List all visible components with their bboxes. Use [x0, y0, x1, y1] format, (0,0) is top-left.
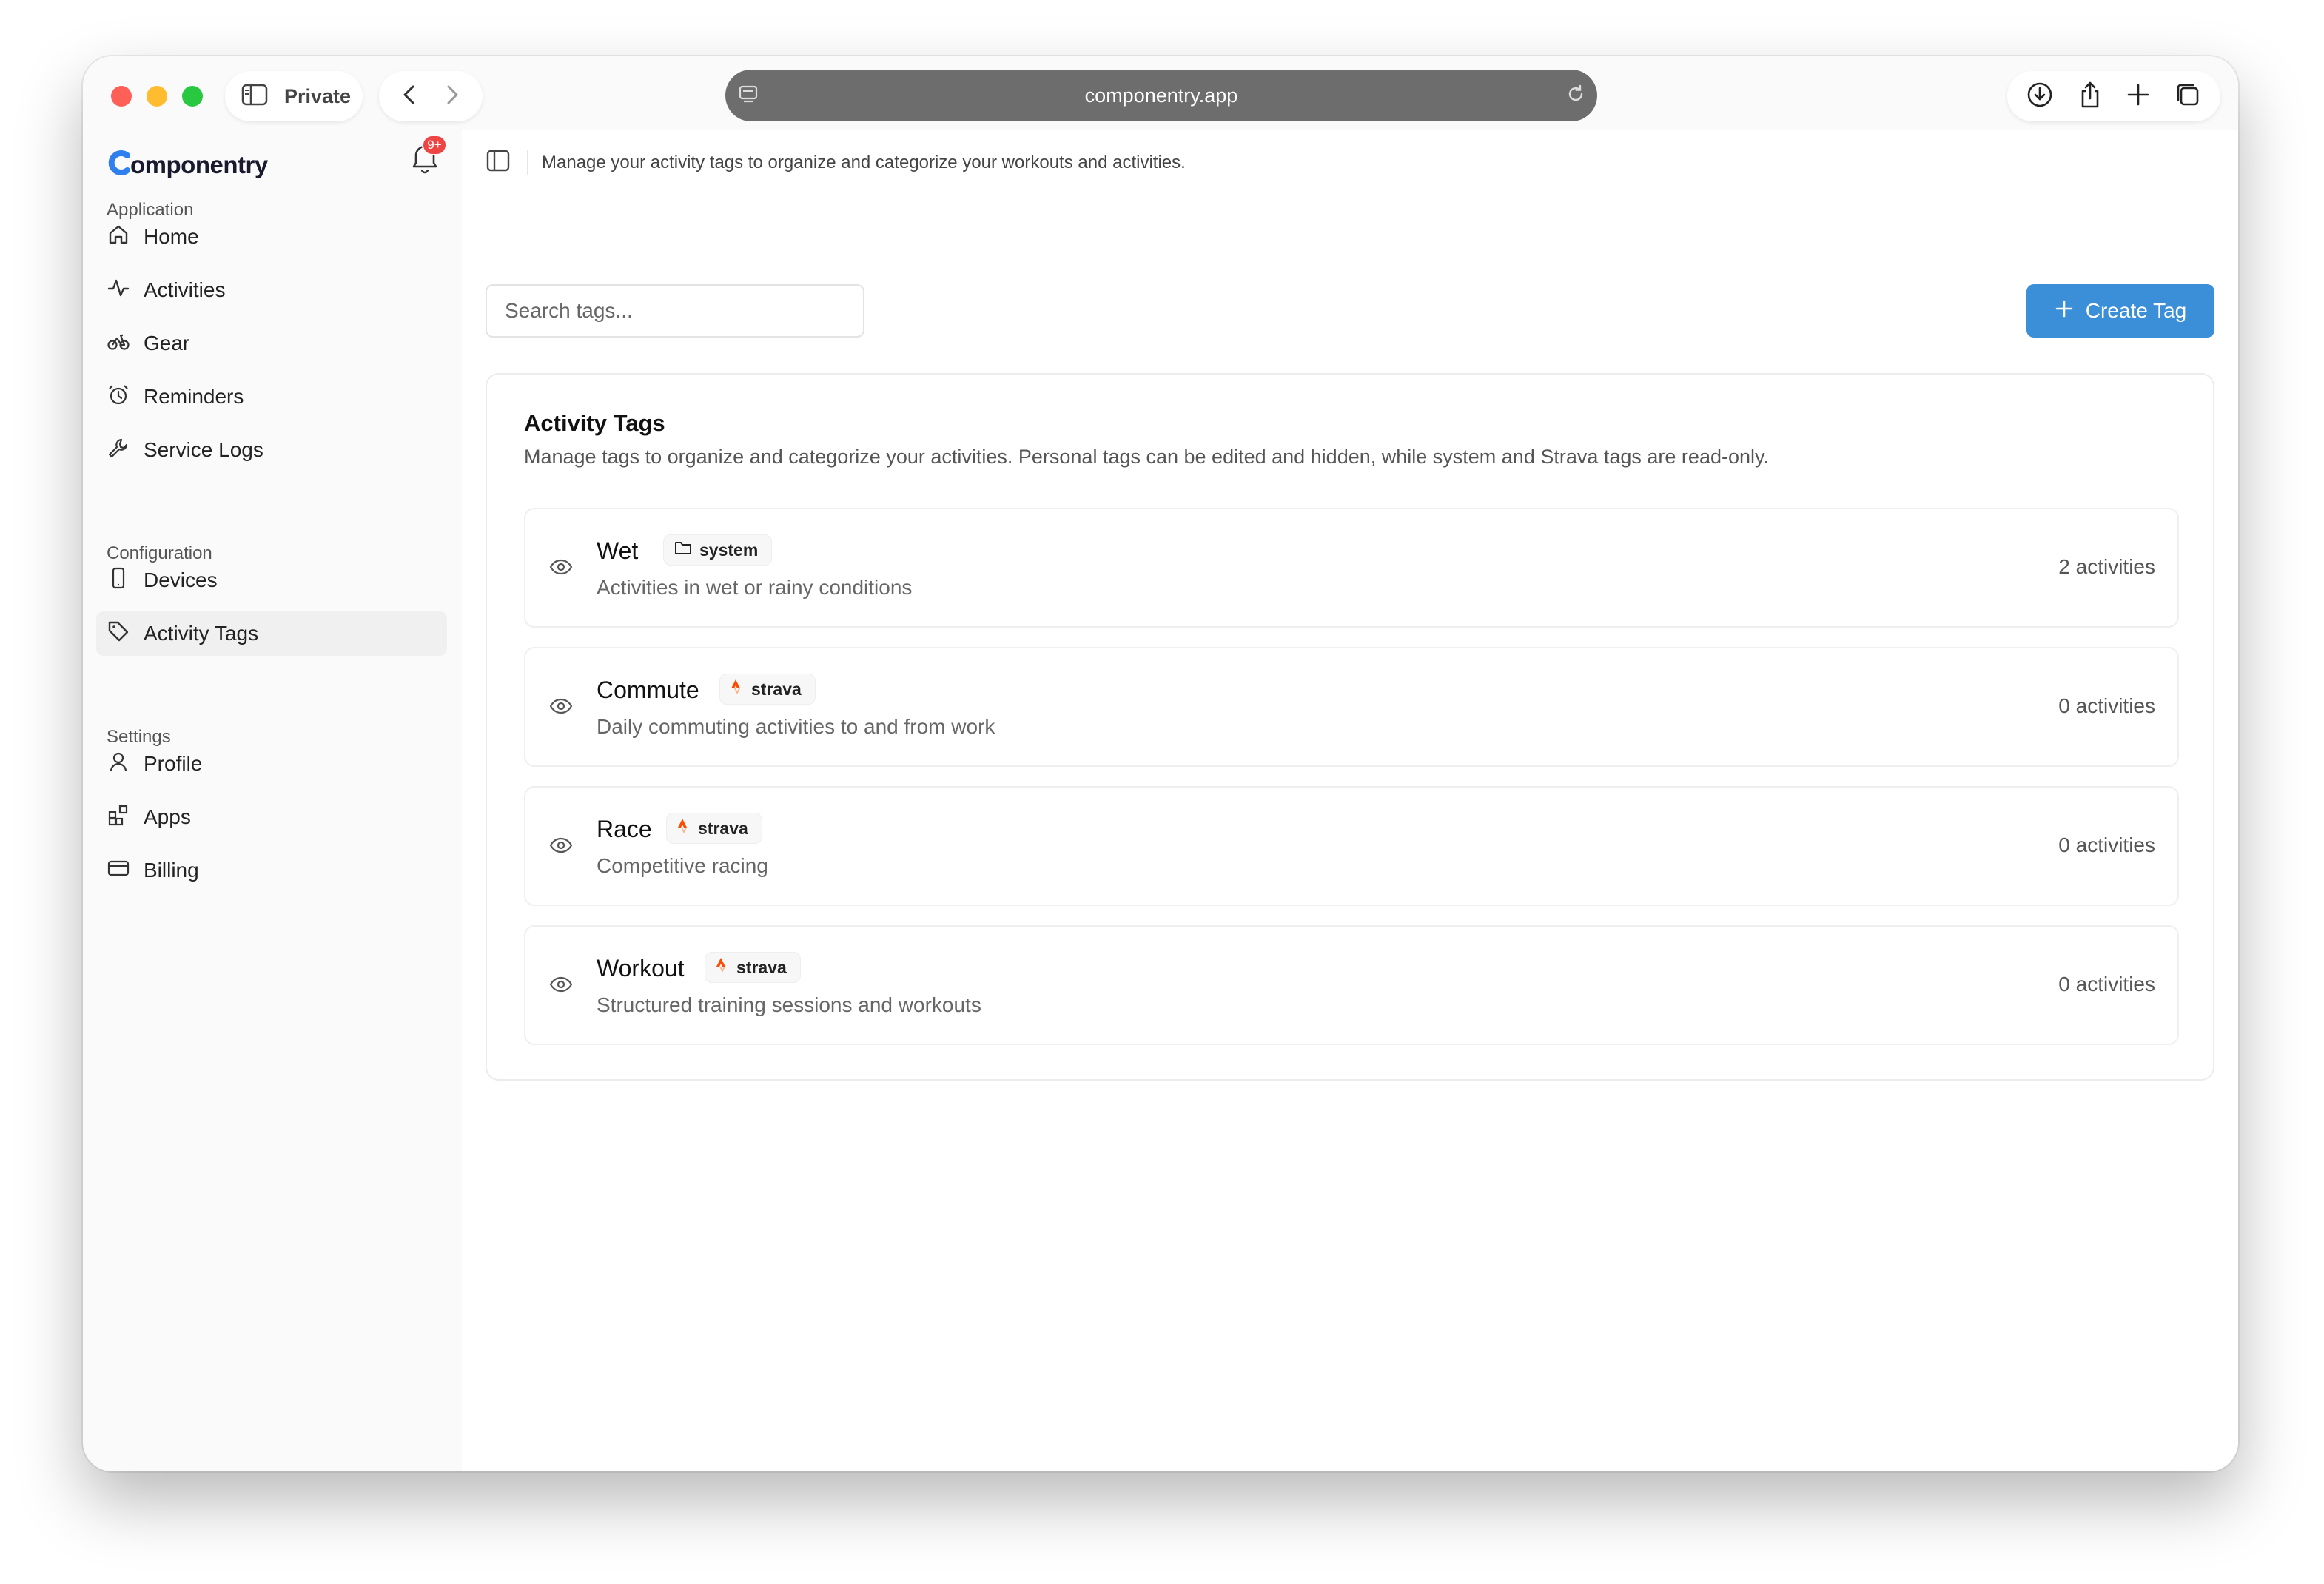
- sidebar-panel-icon: [241, 84, 268, 110]
- sidebar-item-label: Profile: [144, 752, 203, 775]
- eye-icon[interactable]: [549, 836, 573, 858]
- history-nav: [379, 71, 483, 121]
- page-description: Manage your activity tags to organize an…: [542, 152, 1186, 172]
- zoom-window-button[interactable]: [182, 86, 203, 107]
- tag-row-workout[interactable]: Workout strava Structured training sessi…: [524, 925, 2179, 1045]
- page-header: Manage your activity tags to organize an…: [486, 148, 1186, 177]
- activity-icon: [107, 276, 130, 305]
- sidebar-item-label: Billing: [144, 859, 199, 882]
- back-icon[interactable]: [400, 84, 418, 110]
- card-title: Activity Tags: [524, 410, 665, 436]
- sidebar-item-label: Gear: [144, 332, 190, 355]
- search-input[interactable]: [486, 284, 864, 338]
- tag-name: Wet: [597, 537, 639, 564]
- sidebar-item-activity-tags[interactable]: Activity Tags: [96, 611, 447, 656]
- tag-icon: [107, 620, 130, 648]
- notification-badge: 9+: [422, 135, 447, 155]
- sidebar-item-home[interactable]: Home: [96, 215, 447, 259]
- new-tab-icon[interactable]: [2126, 82, 2151, 111]
- tag-name: Race: [597, 816, 652, 842]
- eye-icon[interactable]: [549, 558, 573, 580]
- bike-icon: [107, 329, 130, 358]
- tag-name: Workout: [597, 955, 685, 981]
- activity-count: 0 activities: [2058, 973, 2155, 996]
- sidebar-item-label: Home: [144, 225, 199, 248]
- tag-description: Structured training sessions and workout…: [597, 993, 981, 1016]
- page-settings-icon[interactable]: [737, 83, 759, 110]
- wrench-icon: [107, 436, 130, 465]
- badge-label: strava: [751, 679, 802, 699]
- status-badge: system: [663, 534, 773, 566]
- activity-count: 0 activities: [2058, 694, 2155, 717]
- browser-actions: [2007, 71, 2220, 121]
- sidebar-item-reminders[interactable]: Reminders: [96, 375, 447, 419]
- alarm-clock-icon: [107, 383, 130, 412]
- sidebar-item-activities[interactable]: Activities: [96, 268, 447, 312]
- strava-icon: [716, 956, 729, 979]
- activity-count: 2 activities: [2058, 555, 2155, 578]
- tag-description: Activities in wet or rainy conditions: [597, 576, 913, 599]
- tag-name: Commute: [597, 677, 699, 703]
- tag-row-race[interactable]: Race strava Competitive racing 0 activit…: [524, 786, 2179, 906]
- apps-icon: [107, 803, 130, 832]
- sidebar-item-label: Reminders: [144, 385, 244, 408]
- sidebar-toggle-private[interactable]: Private: [225, 71, 363, 121]
- user-icon: [107, 750, 130, 779]
- brand-name: omponentry: [130, 150, 268, 178]
- activity-count: 0 activities: [2058, 833, 2155, 856]
- strava-icon: [677, 817, 691, 839]
- plus-icon: [2055, 299, 2074, 323]
- forward-icon[interactable]: [443, 84, 461, 110]
- sidebar-item-billing[interactable]: Billing: [96, 848, 447, 893]
- sidebar-item-gear[interactable]: Gear: [96, 321, 447, 366]
- url-text: componentry.app: [1084, 84, 1238, 107]
- download-icon[interactable]: [2026, 81, 2054, 113]
- brand-logo[interactable]: omponentry: [105, 147, 268, 183]
- browser-toolbar: Private componentry.app: [83, 56, 2238, 130]
- tag-description: Competitive racing: [597, 854, 768, 877]
- smartphone-icon: [107, 566, 130, 595]
- sidebar-item-label: Apps: [144, 805, 191, 828]
- eye-icon[interactable]: [549, 976, 573, 997]
- create-tag-button[interactable]: Create Tag: [2026, 284, 2214, 338]
- sidebar-item-devices[interactable]: Devices: [96, 558, 447, 603]
- header-divider: [527, 150, 528, 175]
- status-badge: strava: [705, 952, 801, 983]
- sidebar-item-service-logs[interactable]: Service Logs: [96, 428, 447, 472]
- reload-icon[interactable]: [1565, 83, 1587, 110]
- badge-label: system: [699, 540, 759, 560]
- address-bar[interactable]: componentry.app: [725, 70, 1597, 121]
- sidebar-item-apps[interactable]: Apps: [96, 795, 447, 839]
- eye-icon[interactable]: [549, 697, 573, 719]
- tag-row-wet[interactable]: Wet system Activities in wet or rainy co…: [524, 508, 2179, 628]
- minimize-window-button[interactable]: [147, 86, 167, 107]
- private-label: Private: [284, 84, 352, 107]
- share-icon[interactable]: [2077, 80, 2103, 113]
- sidebar-item-label: Service Logs: [144, 438, 263, 461]
- sidebar-item-label: Activities: [144, 278, 226, 301]
- sidebar: omponentry 9+ Application Home Activitie…: [83, 130, 462, 1471]
- status-badge: strava: [666, 813, 762, 844]
- tag-row-commute[interactable]: Commute strava Daily commuting activitie…: [524, 647, 2179, 767]
- tag-description: Daily commuting activities to and from w…: [597, 715, 995, 738]
- create-tag-label: Create Tag: [2085, 299, 2187, 322]
- sidebar-item-profile[interactable]: Profile: [96, 742, 447, 786]
- tab-overview-icon[interactable]: [2174, 81, 2202, 113]
- card-subtitle: Manage tags to organize and categorize y…: [524, 446, 1769, 468]
- sidebar-toggle-icon[interactable]: [486, 148, 511, 177]
- close-window-button[interactable]: [111, 86, 132, 107]
- sidebar-item-label: Activity Tags: [144, 622, 259, 645]
- sidebar-item-label: Devices: [144, 568, 218, 591]
- status-badge: strava: [719, 674, 816, 705]
- browser-window: Private componentry.app omponentry 9+ Ap…: [83, 56, 2238, 1471]
- folder-icon: [674, 540, 692, 560]
- credit-card-icon: [107, 856, 130, 885]
- activity-tags-card: Activity Tags Manage tags to organize an…: [486, 373, 2214, 1081]
- home-icon: [107, 223, 130, 252]
- strava-icon: [731, 678, 744, 700]
- badge-label: strava: [736, 957, 787, 977]
- main-content: Manage your activity tags to organize an…: [462, 130, 2238, 1471]
- badge-label: strava: [698, 818, 748, 838]
